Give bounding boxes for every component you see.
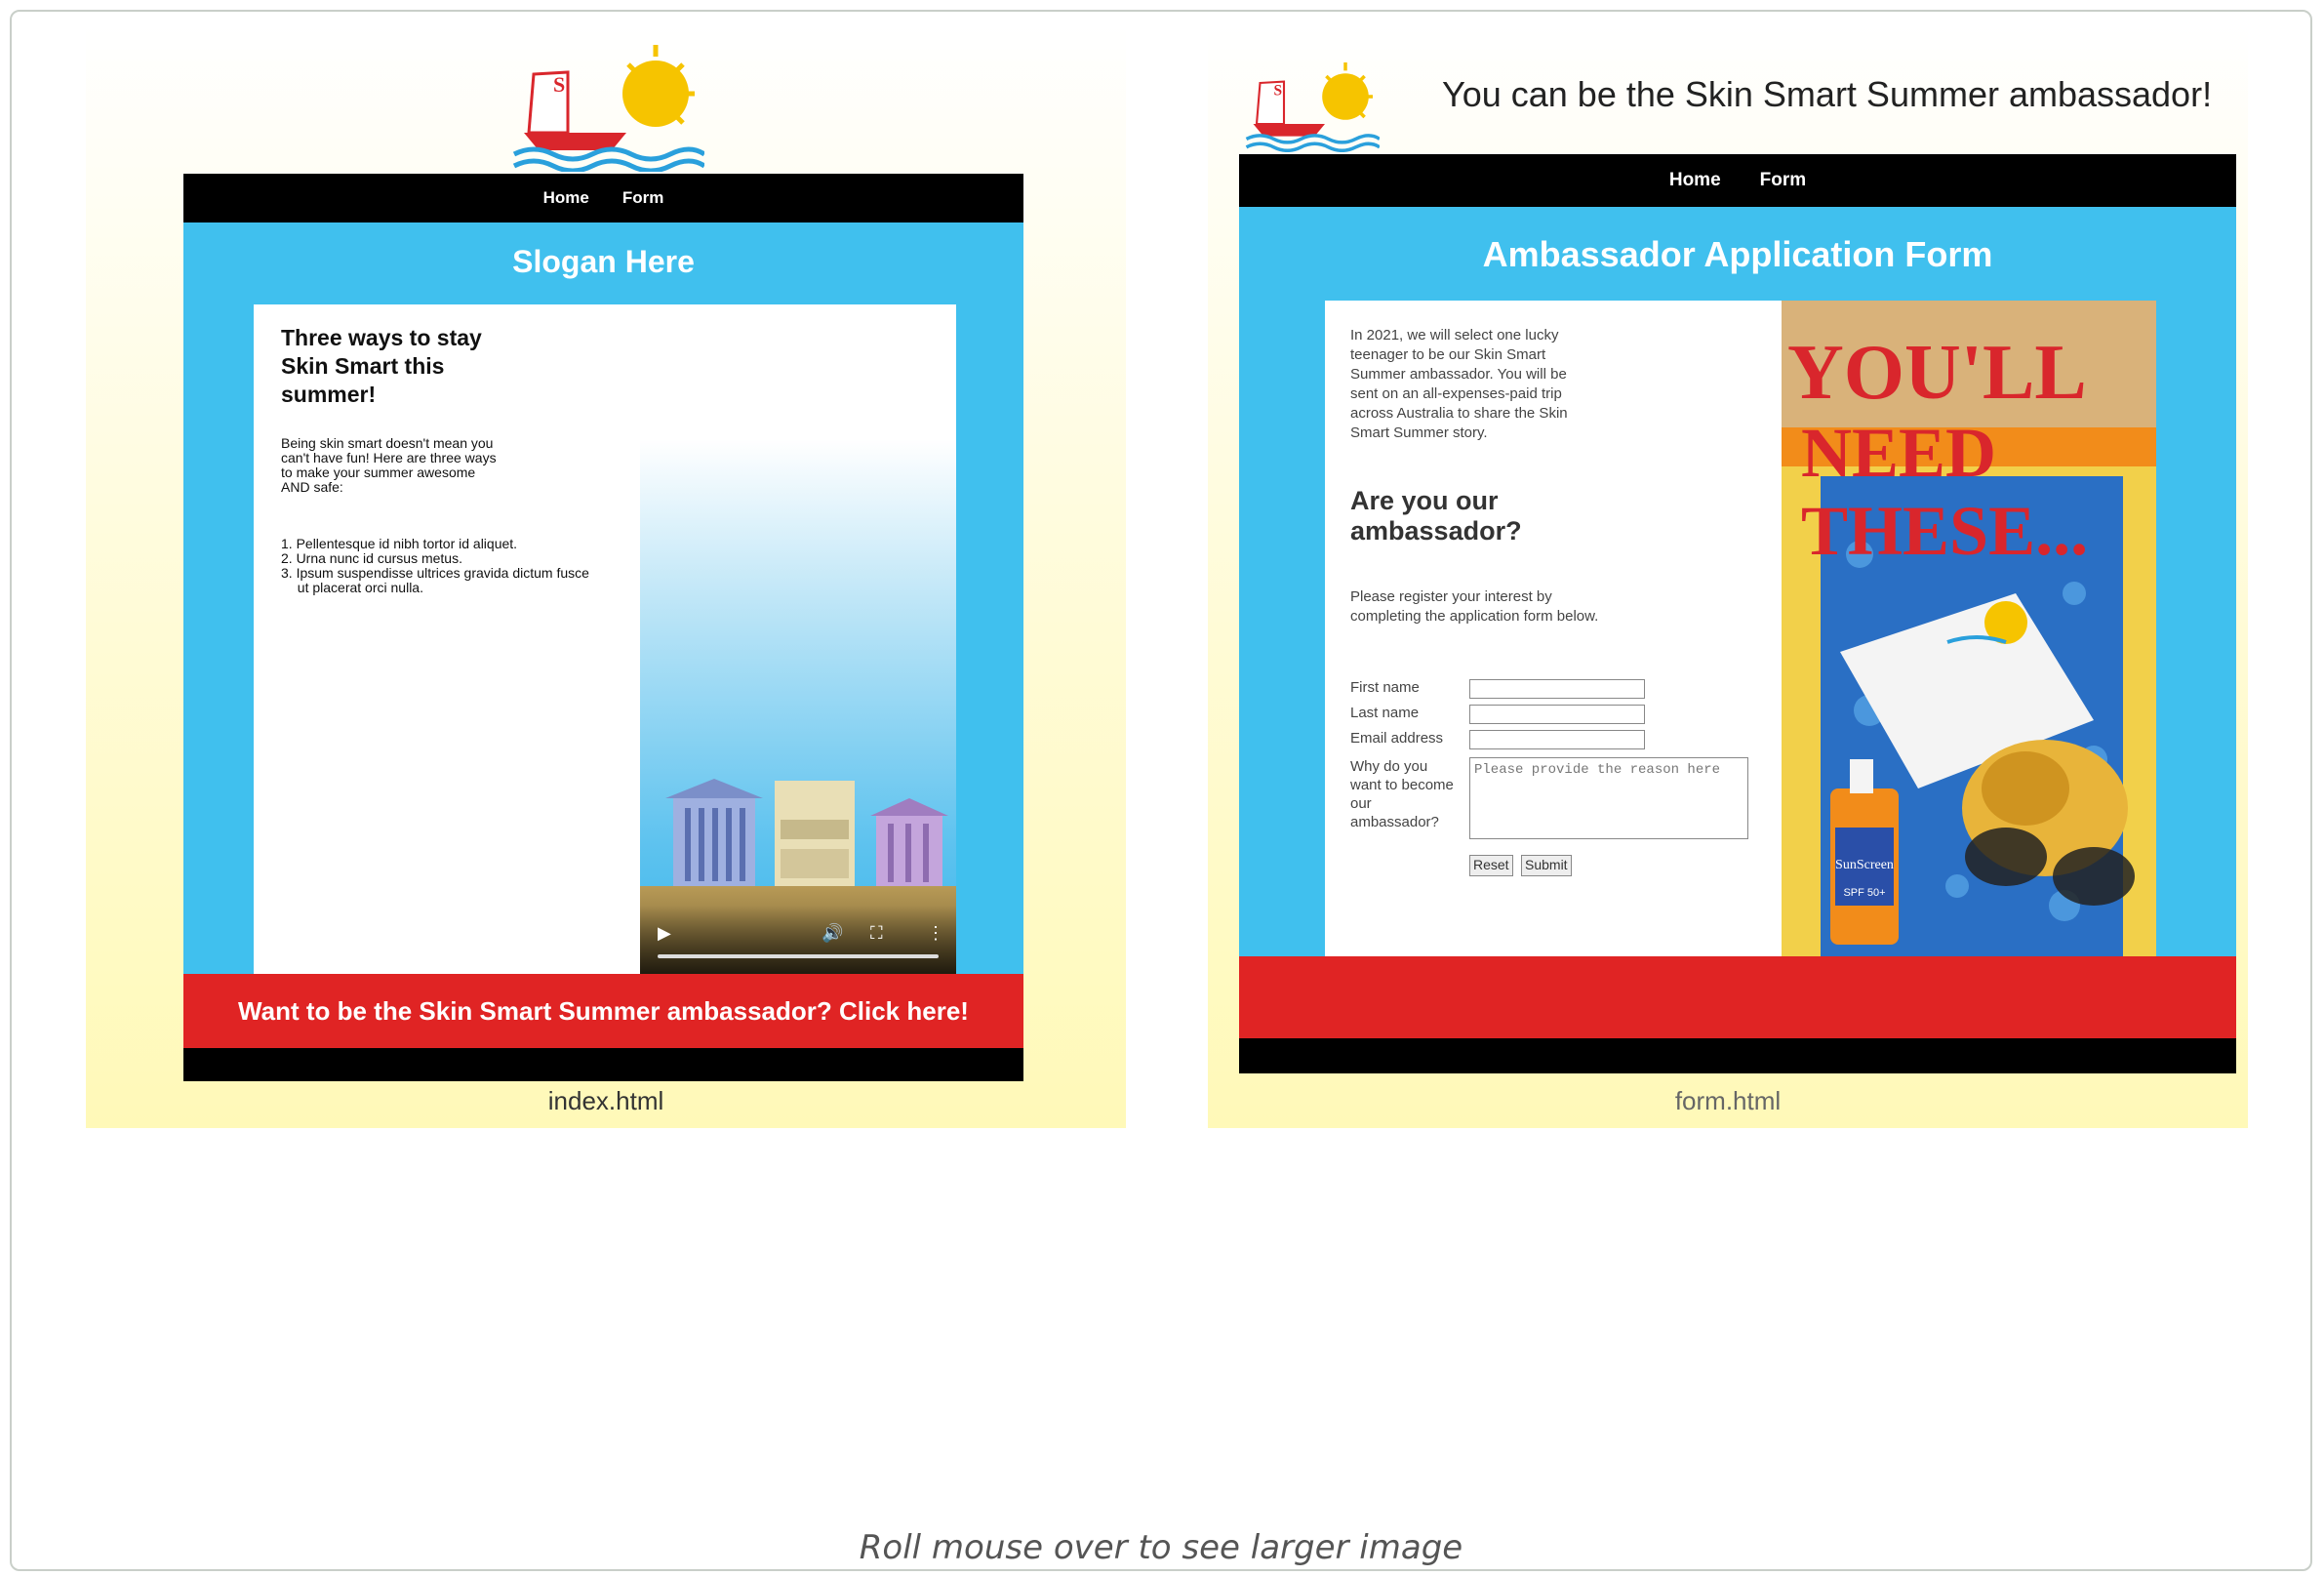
list-item: 3. Ipsum suspendisse ultrices gravida di…: [281, 565, 589, 595]
index-nav-bar: Home Form: [183, 174, 1023, 222]
beach-hut-blue: [665, 779, 763, 886]
thumbnail-index[interactable]: S Home Form Slogan Here Three ways to st…: [86, 25, 1126, 1128]
index-page-mockup: Home Form Slogan Here Three ways to stay…: [183, 174, 1023, 1081]
form-red-banner: [1239, 956, 2236, 1038]
beach-hut-cream: [775, 781, 855, 886]
play-icon: ▶: [658, 923, 671, 943]
video-controls: ▶ 🔊 ⛶ ⋮: [640, 906, 956, 974]
index-cta-banner: Want to be the Skin Smart Summer ambassa…: [183, 974, 1023, 1048]
index-footer: [183, 1048, 1023, 1081]
poster-line-2: NEED: [1801, 414, 1996, 492]
thumbnail-form[interactable]: S You can be the Skin Smart Summer ambas…: [1208, 25, 2248, 1128]
svg-text:S: S: [553, 72, 565, 97]
rollover-instruction: Roll mouse over to see larger image: [859, 1528, 1463, 1567]
more-options-icon: ⋮: [927, 923, 944, 943]
reset-button: Reset: [1469, 855, 1513, 876]
form-page-title: Ambassador Application Form: [1482, 234, 1993, 274]
beach-video: ▶ 🔊 ⛶ ⋮: [640, 439, 956, 974]
index-hero: Slogan Here Three ways to stay Skin Smar…: [183, 222, 1023, 974]
submit-button: Submit: [1521, 855, 1572, 876]
list-item: 1. Pellentesque id nibh tortor id alique…: [281, 536, 518, 551]
sunscreen-label: SunScreen: [1835, 858, 1894, 872]
reason-label: Why do you want to become our ambassador…: [1350, 758, 1454, 830]
index-content: Three ways to stay Skin Smart this summe…: [254, 304, 956, 974]
form-hero: Ambassador Application Form In 2021, we …: [1239, 207, 2236, 956]
form-content: In 2021, we will select one lucky teenag…: [1325, 301, 1782, 956]
beach-hut-purple: [870, 798, 948, 886]
skin-smart-summer-logo: S: [509, 35, 704, 172]
first-name-label: First name: [1350, 679, 1420, 696]
form-nav-home: Home: [1668, 170, 1721, 190]
form-register-text: Please register your interest by complet…: [1350, 588, 1599, 625]
first-name-field: [1469, 679, 1645, 699]
fullscreen-icon: ⛶: [870, 923, 883, 943]
gallery-frame: S Home Form Slogan Here Three ways to st…: [10, 10, 2312, 1571]
index-nav-home: Home: [542, 188, 589, 207]
form-page-headline: You can be the Skin Smart Summer ambassa…: [1442, 74, 2213, 114]
spf-label: SPF 50+: [1843, 887, 1885, 899]
form-nav-bar: Home Form: [1239, 154, 2236, 207]
form-page-mockup: Home Form Ambassador Application Form In…: [1239, 154, 2236, 1073]
form-heading: Are you our ambassador?: [1350, 486, 1522, 546]
thumbnail-caption-form: form.html: [1674, 1086, 1782, 1115]
index-slogan: Slogan Here: [512, 244, 695, 279]
index-nav-form: Form: [621, 188, 664, 207]
poster-line-1: YOU'LL: [1787, 330, 2087, 416]
video-progress-bar: [658, 954, 939, 958]
email-field: [1469, 730, 1645, 749]
last-name-label: Last name: [1350, 705, 1420, 721]
skin-smart-summer-logo: S: [1243, 55, 1380, 152]
index-list: 1. Pellentesque id nibh tortor id alique…: [281, 537, 593, 595]
form-intro: In 2021, we will select one lucky teenag…: [1350, 327, 1568, 441]
poster-line-3: THESE...: [1801, 492, 2088, 570]
index-paragraph: Being skin smart doesn't mean you can't …: [281, 435, 497, 495]
email-label: Email address: [1350, 730, 1444, 747]
list-item: 2. Urna nunc id cursus metus.: [281, 550, 462, 566]
last-name-field: [1469, 705, 1645, 724]
index-heading: Three ways to stay Skin Smart this summe…: [281, 325, 482, 407]
reason-textarea: Please provide the reason here: [1469, 757, 1748, 839]
form-nav-form: Form: [1759, 170, 1807, 190]
volume-icon: 🔊: [821, 923, 844, 943]
svg-text:S: S: [1274, 83, 1283, 100]
youll-need-these-poster: SunScreen SPF 50+ YOU'LL NEED THESE...: [1782, 301, 2156, 956]
form-footer: [1239, 1038, 2236, 1073]
thumbnail-caption-index: index.html: [547, 1086, 664, 1115]
